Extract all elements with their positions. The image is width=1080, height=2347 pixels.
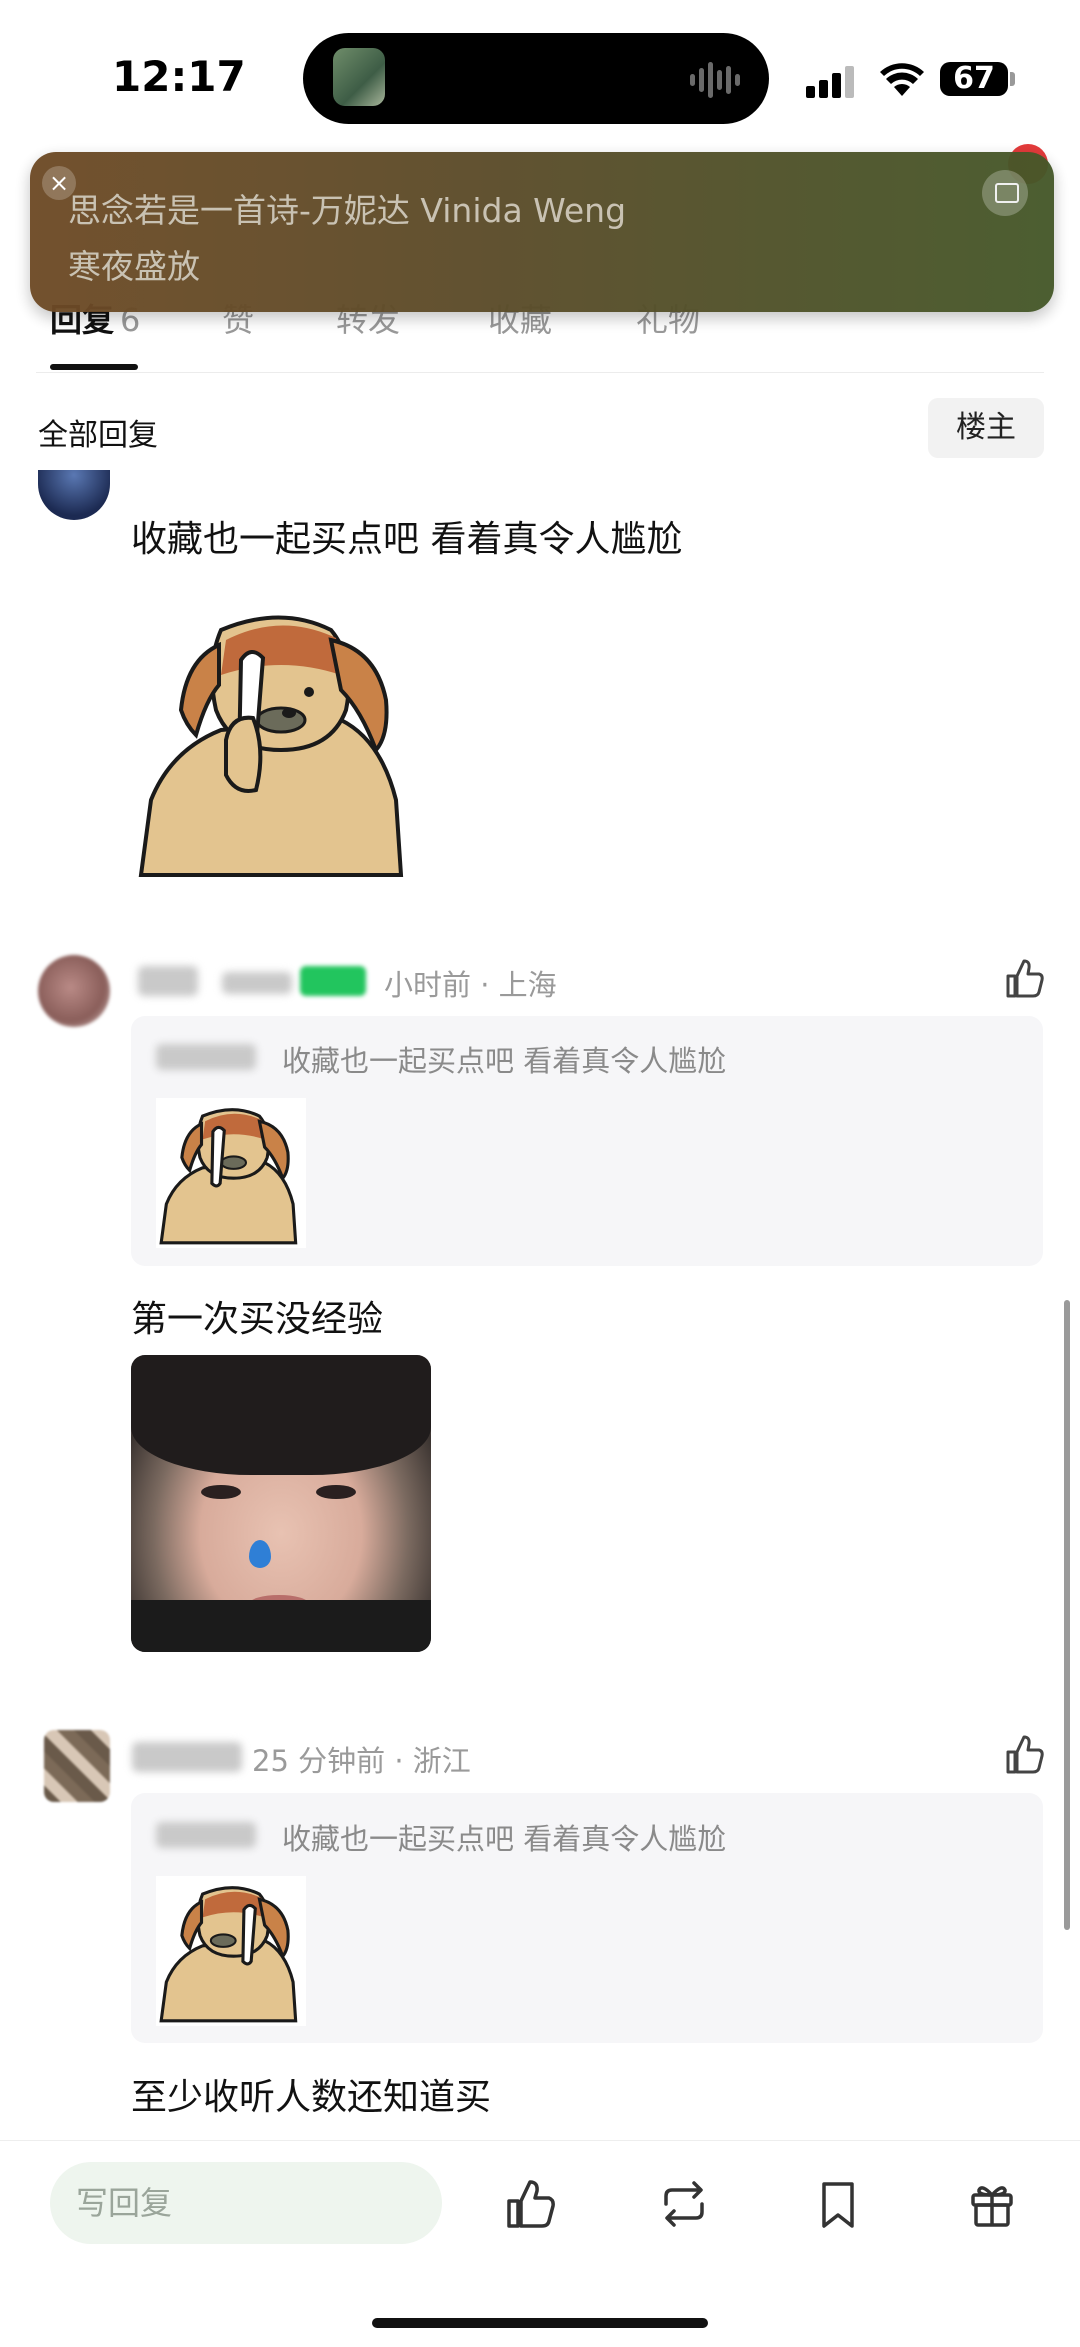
- pip-icon[interactable]: [982, 170, 1028, 216]
- comment-meta: 小时前 · 上海: [384, 968, 557, 1002]
- music-banner[interactable]: [30, 152, 1054, 312]
- avatar[interactable]: [38, 470, 110, 520]
- username-redacted: [156, 1044, 256, 1070]
- avatar[interactable]: [38, 955, 110, 1027]
- now-playing-album-art: [333, 48, 385, 106]
- face-meme-image[interactable]: [131, 1355, 431, 1652]
- battery-cap: [1010, 72, 1015, 86]
- comment-text: 至少收听人数还知道买: [131, 2077, 492, 2118]
- scrollbar[interactable]: [1064, 1300, 1070, 1930]
- comment-text: 第一次买没经验: [131, 1299, 384, 1340]
- username-redacted: [132, 1742, 242, 1772]
- like-icon[interactable]: [1002, 956, 1046, 1000]
- dog-sticker: [131, 600, 421, 880]
- battery-indicator: 67: [940, 62, 1008, 96]
- like-icon[interactable]: [1002, 1732, 1046, 1776]
- status-time: 12:17: [112, 52, 246, 101]
- username-redacted: [156, 1822, 256, 1848]
- comment-text: 收藏也一起买点吧 看着真令人尴尬: [131, 519, 683, 560]
- gift-icon[interactable]: [964, 2176, 1020, 2232]
- active-tab-indicator: [50, 364, 138, 370]
- banner-subtitle: 寒夜盛放: [68, 247, 200, 286]
- bookmark-icon[interactable]: [810, 2176, 866, 2232]
- dog-sticker-thumbnail[interactable]: [156, 1876, 306, 2026]
- like-icon[interactable]: [502, 2176, 558, 2232]
- droplet-icon: [249, 1540, 271, 1568]
- avatar[interactable]: [44, 1730, 110, 1802]
- banner-song-title: 思念若是一首诗-万妮达 Vinida Weng: [68, 191, 627, 230]
- quoted-text: 收藏也一起买点吧 看着真令人尴尬: [282, 1044, 727, 1078]
- quoted-text: 收藏也一起买点吧 看着真令人尴尬: [282, 1822, 727, 1856]
- repost-icon[interactable]: [656, 2176, 712, 2232]
- home-indicator[interactable]: [372, 2318, 708, 2328]
- username-redacted: [138, 966, 198, 996]
- reply-input[interactable]: 写回复: [50, 2162, 442, 2244]
- comment-meta: 25 分钟前 · 浙江: [252, 1744, 471, 1778]
- floor-owner-button[interactable]: 楼主: [928, 398, 1044, 458]
- tabs-divider: [36, 372, 1044, 373]
- user-badge: [300, 966, 366, 996]
- cellular-signal-icon: [806, 66, 858, 98]
- username-redacted: [222, 972, 292, 994]
- audio-wave-icon: [690, 62, 746, 98]
- dog-sticker-thumbnail[interactable]: [156, 1098, 306, 1248]
- section-title: 全部回复: [38, 418, 158, 453]
- wifi-icon: [880, 62, 924, 98]
